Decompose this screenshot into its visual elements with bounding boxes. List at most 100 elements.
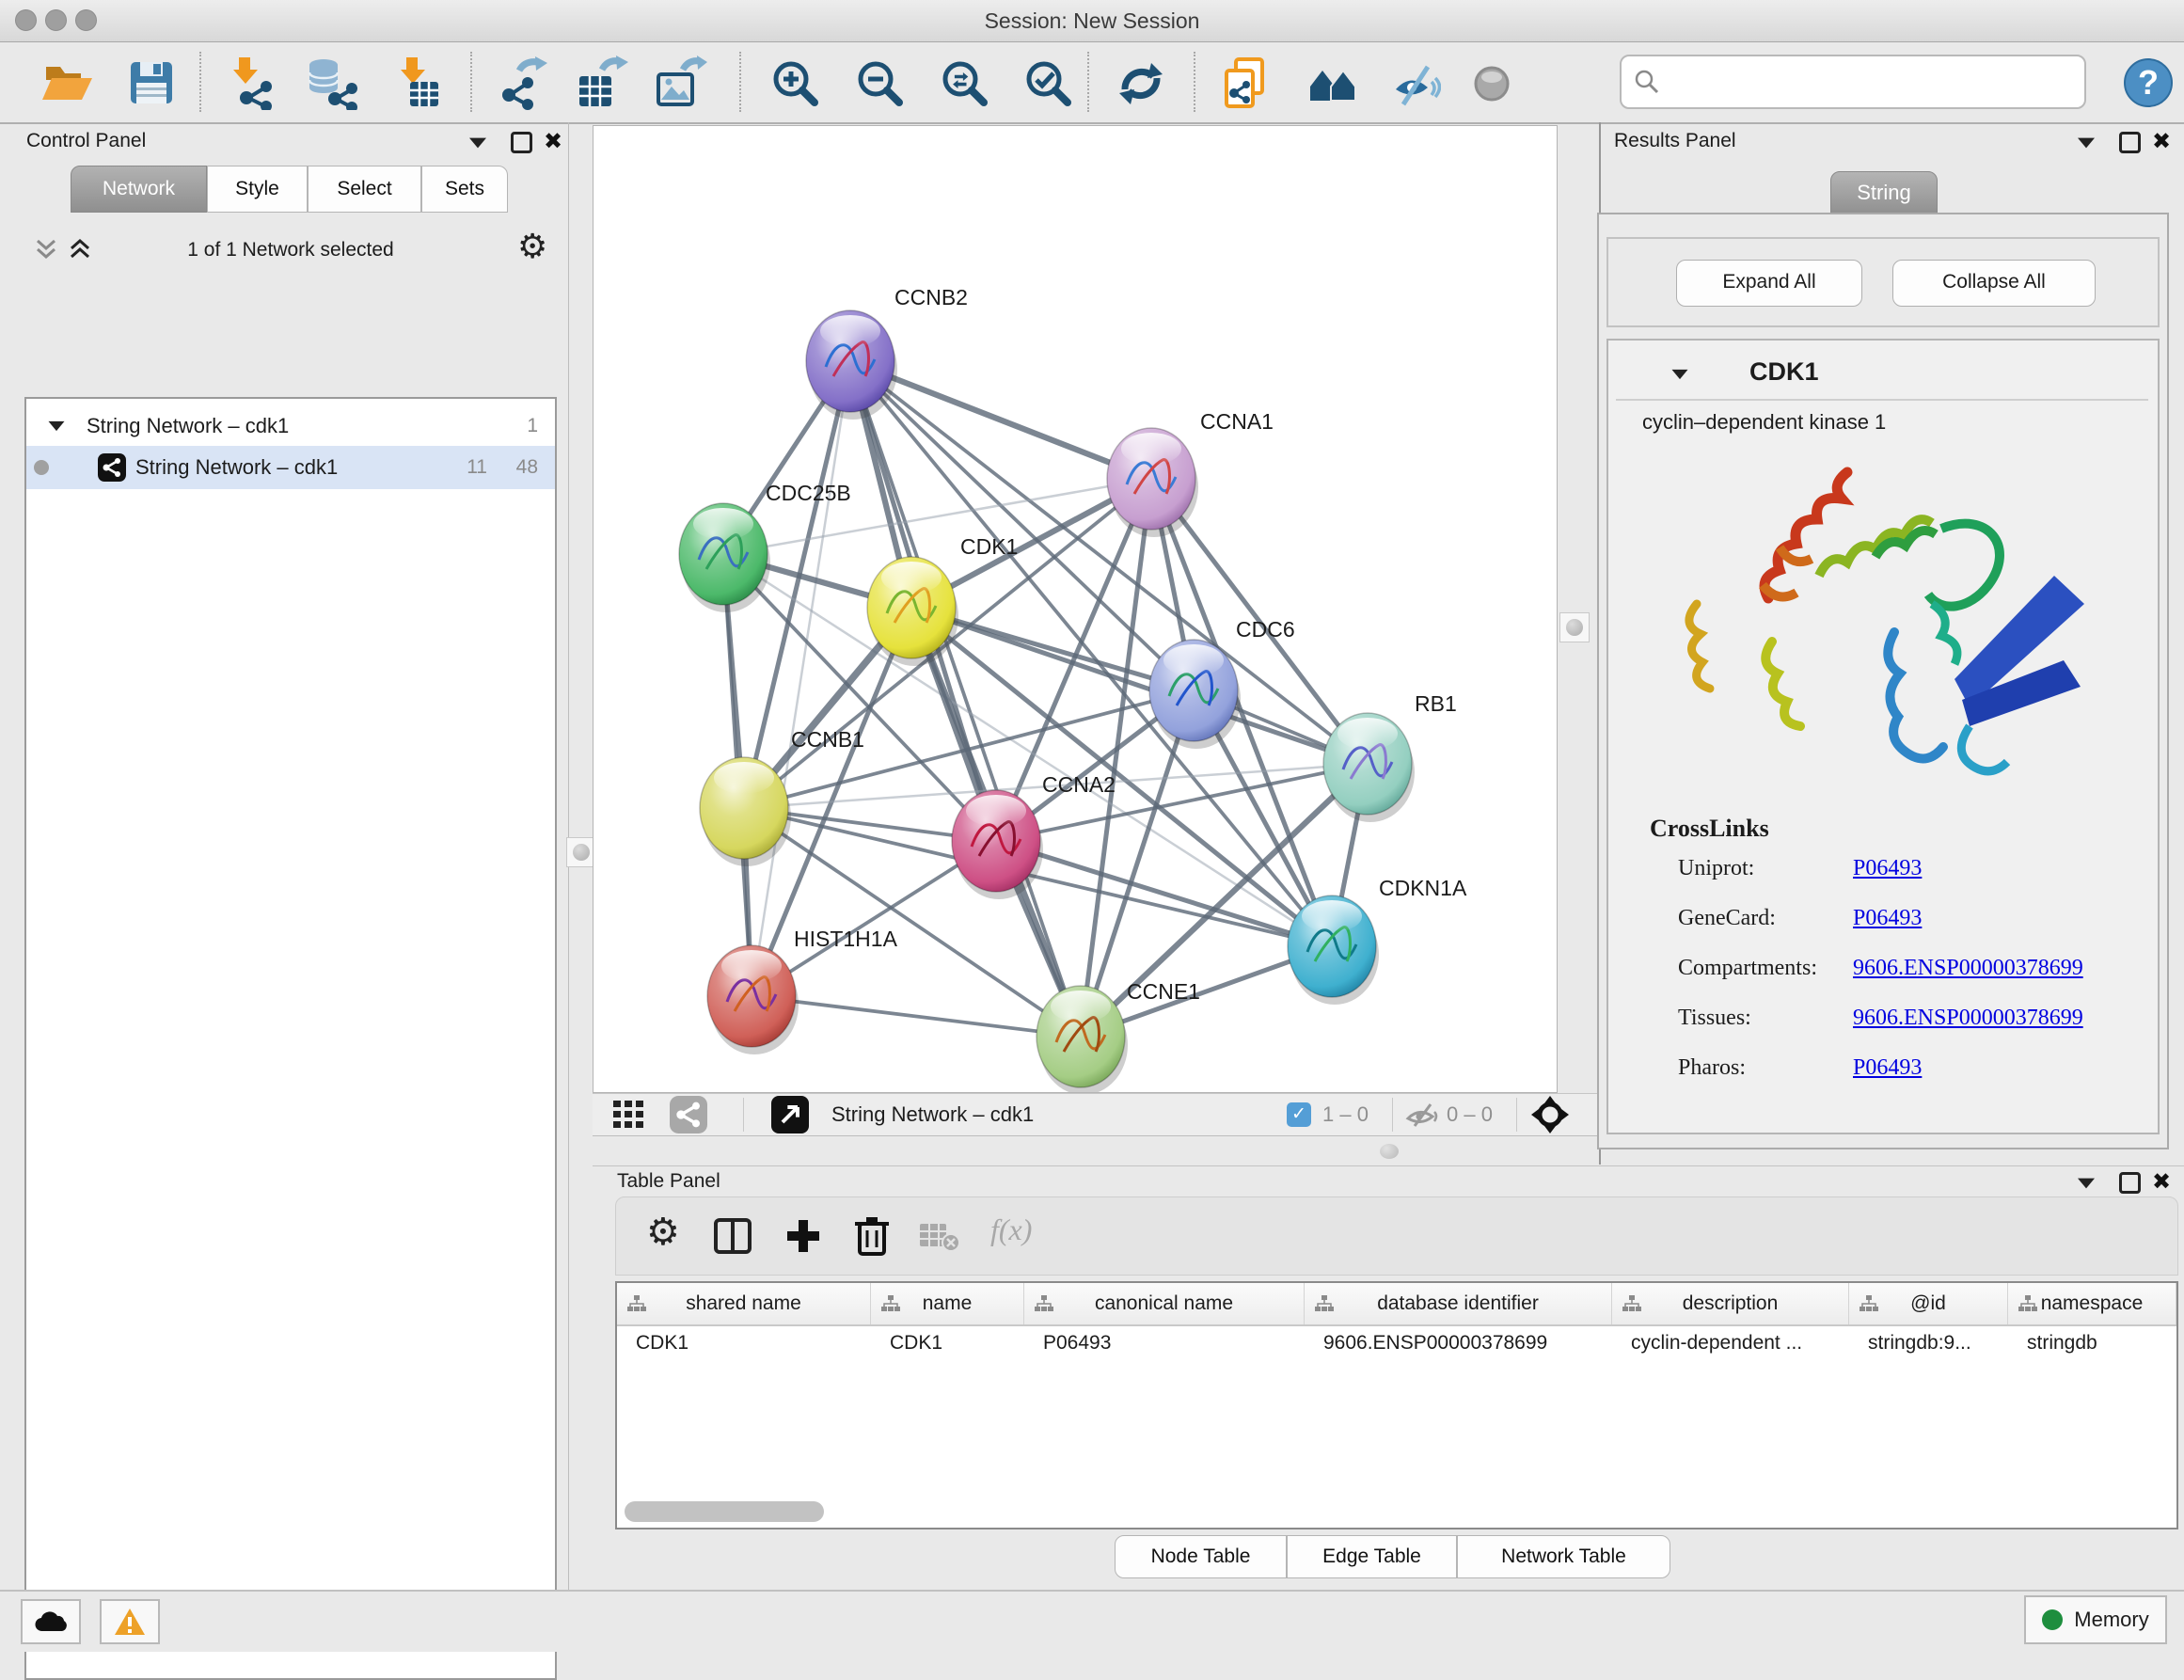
node-label-HIST1H1A: HIST1H1A bbox=[794, 927, 898, 951]
tab-style[interactable]: Style bbox=[207, 166, 308, 213]
apply-layout-icon[interactable] bbox=[1114, 55, 1168, 110]
maximize-panel-icon[interactable] bbox=[2119, 132, 2141, 153]
toolbar-separator bbox=[199, 52, 201, 112]
horizontal-splitter-handle[interactable] bbox=[1380, 1144, 1399, 1159]
toolbar-separator bbox=[1087, 52, 1089, 112]
network-row-selected[interactable]: String Network – cdk1 11 48 bbox=[26, 446, 555, 489]
collapse-all-button[interactable]: Collapse All bbox=[1892, 260, 2096, 307]
tab-network-table[interactable]: Network Table bbox=[1457, 1535, 1670, 1578]
node-table[interactable]: shared namenamecanonical namedatabase id… bbox=[615, 1281, 2178, 1529]
search-input[interactable] bbox=[1667, 70, 2084, 94]
column-header-shared-name[interactable]: shared name bbox=[617, 1283, 871, 1324]
tab-select[interactable]: Select bbox=[308, 166, 421, 213]
results-panel-title: Results Panel bbox=[1614, 130, 1736, 152]
import-table-from-file-icon[interactable] bbox=[389, 55, 444, 110]
table-row[interactable]: CDK1CDK1P064939606.ENSP00000378699cyclin… bbox=[617, 1324, 2176, 1362]
tab-node-table[interactable]: Node Table bbox=[1115, 1535, 1287, 1578]
first-neighbors-icon[interactable] bbox=[1306, 55, 1360, 110]
pan-mode-icon[interactable] bbox=[1531, 1096, 1569, 1133]
table-cell[interactable]: CDK1 bbox=[871, 1324, 1024, 1362]
zoom-selected-icon[interactable] bbox=[1021, 55, 1075, 110]
show-all-icon[interactable] bbox=[1465, 55, 1520, 110]
export-network-icon[interactable] bbox=[495, 55, 549, 110]
node-label-CDC25B: CDC25B bbox=[766, 481, 851, 505]
search-bar[interactable] bbox=[1620, 55, 2086, 109]
close-panel-icon[interactable]: ✖ bbox=[2152, 130, 2171, 152]
expand-all-button[interactable]: Expand All bbox=[1676, 260, 1862, 307]
column-header-canonical-name[interactable]: canonical name bbox=[1024, 1283, 1305, 1324]
birdseye-view-icon[interactable] bbox=[771, 1096, 809, 1133]
crosslink-link[interactable]: P06493 bbox=[1853, 1055, 1922, 1081]
create-column-icon[interactable] bbox=[783, 1216, 823, 1256]
tab-network[interactable]: Network bbox=[71, 166, 207, 213]
node-CDC25B[interactable]: CDC25B bbox=[679, 481, 851, 612]
crosslink-link[interactable]: 9606.ENSP00000378699 bbox=[1853, 956, 2083, 981]
memory-button[interactable]: Memory bbox=[2024, 1595, 2167, 1644]
node-label-CCNB2: CCNB2 bbox=[894, 285, 968, 309]
network-options-gear-icon[interactable]: ⚙ bbox=[517, 228, 547, 266]
tab-string[interactable]: String bbox=[1830, 171, 1938, 216]
crosslink-link[interactable]: P06493 bbox=[1853, 906, 1922, 931]
network-graph[interactable]: CCNB2CCNA1CDC25BCDK1CDC6RB1CCNB1CCNA2CDK… bbox=[593, 126, 1557, 1092]
network-type-icon bbox=[98, 453, 126, 482]
separator bbox=[743, 1098, 744, 1132]
float-panel-icon[interactable] bbox=[2078, 1179, 2095, 1189]
cloud-button[interactable] bbox=[21, 1599, 81, 1644]
import-network-from-database-icon[interactable] bbox=[305, 55, 359, 110]
collection-expander-icon[interactable] bbox=[49, 421, 65, 431]
zoom-out-icon[interactable] bbox=[852, 55, 907, 110]
column-header-namespace[interactable]: namespace bbox=[2008, 1283, 2176, 1324]
zoom-fit-icon[interactable] bbox=[937, 55, 991, 110]
table-cell[interactable]: stringdb bbox=[2008, 1324, 2176, 1362]
table-cell[interactable]: P06493 bbox=[1024, 1324, 1305, 1362]
network-collection-row[interactable]: String Network – cdk1 1 bbox=[26, 404, 555, 448]
node-CDK1[interactable]: CDK1 bbox=[867, 534, 1018, 666]
column-header-name[interactable]: name bbox=[871, 1283, 1024, 1324]
import-network-from-file-icon[interactable] bbox=[226, 55, 280, 110]
tab-sets[interactable]: Sets bbox=[421, 166, 508, 213]
table-options-gear-icon[interactable]: ⚙ bbox=[646, 1211, 680, 1254]
right-splitter-handle[interactable] bbox=[1559, 612, 1590, 642]
node-CCNE1[interactable]: CCNE1 bbox=[1037, 979, 1200, 1092]
window-title: Session: New Session bbox=[0, 8, 2184, 34]
table-cell[interactable]: CDK1 bbox=[617, 1324, 871, 1362]
crosslink-link[interactable]: 9606.ENSP00000378699 bbox=[1853, 1006, 2083, 1031]
zoom-in-icon[interactable] bbox=[768, 55, 822, 110]
column-header-database-identifier[interactable]: database identifier bbox=[1305, 1283, 1612, 1324]
node-RB1[interactable]: RB1 bbox=[1323, 691, 1457, 822]
card-expander-icon[interactable] bbox=[1672, 370, 1688, 379]
show-columns-icon[interactable] bbox=[714, 1218, 752, 1254]
table-cell[interactable]: cyclin-dependent ... bbox=[1612, 1324, 1849, 1362]
crosslink-link[interactable]: P06493 bbox=[1853, 856, 1922, 881]
selected-checkbox-icon[interactable]: ✓ bbox=[1287, 1102, 1311, 1127]
open-session-icon[interactable] bbox=[40, 55, 94, 110]
help-icon[interactable]: ? bbox=[2122, 56, 2176, 111]
table-cell[interactable]: 9606.ENSP00000378699 bbox=[1305, 1324, 1612, 1362]
node-CCNB1[interactable]: CCNB1 bbox=[700, 727, 864, 866]
grid-view-icon[interactable] bbox=[613, 1101, 645, 1129]
float-panel-icon[interactable] bbox=[469, 138, 486, 149]
maximize-panel-icon[interactable] bbox=[2119, 1172, 2141, 1194]
network-canvas[interactable]: CCNB2CCNA1CDC25BCDK1CDC6RB1CCNB1CCNA2CDK… bbox=[593, 125, 1558, 1093]
clone-network-icon[interactable] bbox=[1221, 55, 1275, 110]
network-view-share-icon[interactable] bbox=[670, 1096, 707, 1133]
maximize-panel-icon[interactable] bbox=[511, 132, 532, 153]
tab-edge-table[interactable]: Edge Table bbox=[1287, 1535, 1457, 1578]
close-panel-icon[interactable]: ✖ bbox=[544, 130, 562, 152]
table-cell[interactable]: stringdb:9... bbox=[1849, 1324, 2008, 1362]
column-header--id[interactable]: @id bbox=[1849, 1283, 2008, 1324]
crosslink-row: Compartments:9606.ENSP00000378699 bbox=[1678, 956, 2139, 981]
control-panel-title: Control Panel bbox=[26, 130, 146, 152]
delete-column-icon[interactable] bbox=[853, 1214, 891, 1258]
node-HIST1H1A[interactable]: HIST1H1A bbox=[707, 927, 898, 1054]
close-panel-icon[interactable]: ✖ bbox=[2152, 1170, 2171, 1193]
horizontal-scrollbar[interactable] bbox=[625, 1501, 824, 1522]
export-image-icon[interactable] bbox=[653, 55, 707, 110]
column-header-description[interactable]: description bbox=[1612, 1283, 1849, 1324]
node-CCNA1[interactable]: CCNA1 bbox=[1107, 409, 1274, 537]
hide-selected-icon[interactable] bbox=[1386, 55, 1441, 110]
save-session-icon[interactable] bbox=[124, 55, 179, 110]
warnings-button[interactable] bbox=[100, 1599, 160, 1644]
float-panel-icon[interactable] bbox=[2078, 138, 2095, 149]
export-table-icon[interactable] bbox=[574, 55, 628, 110]
